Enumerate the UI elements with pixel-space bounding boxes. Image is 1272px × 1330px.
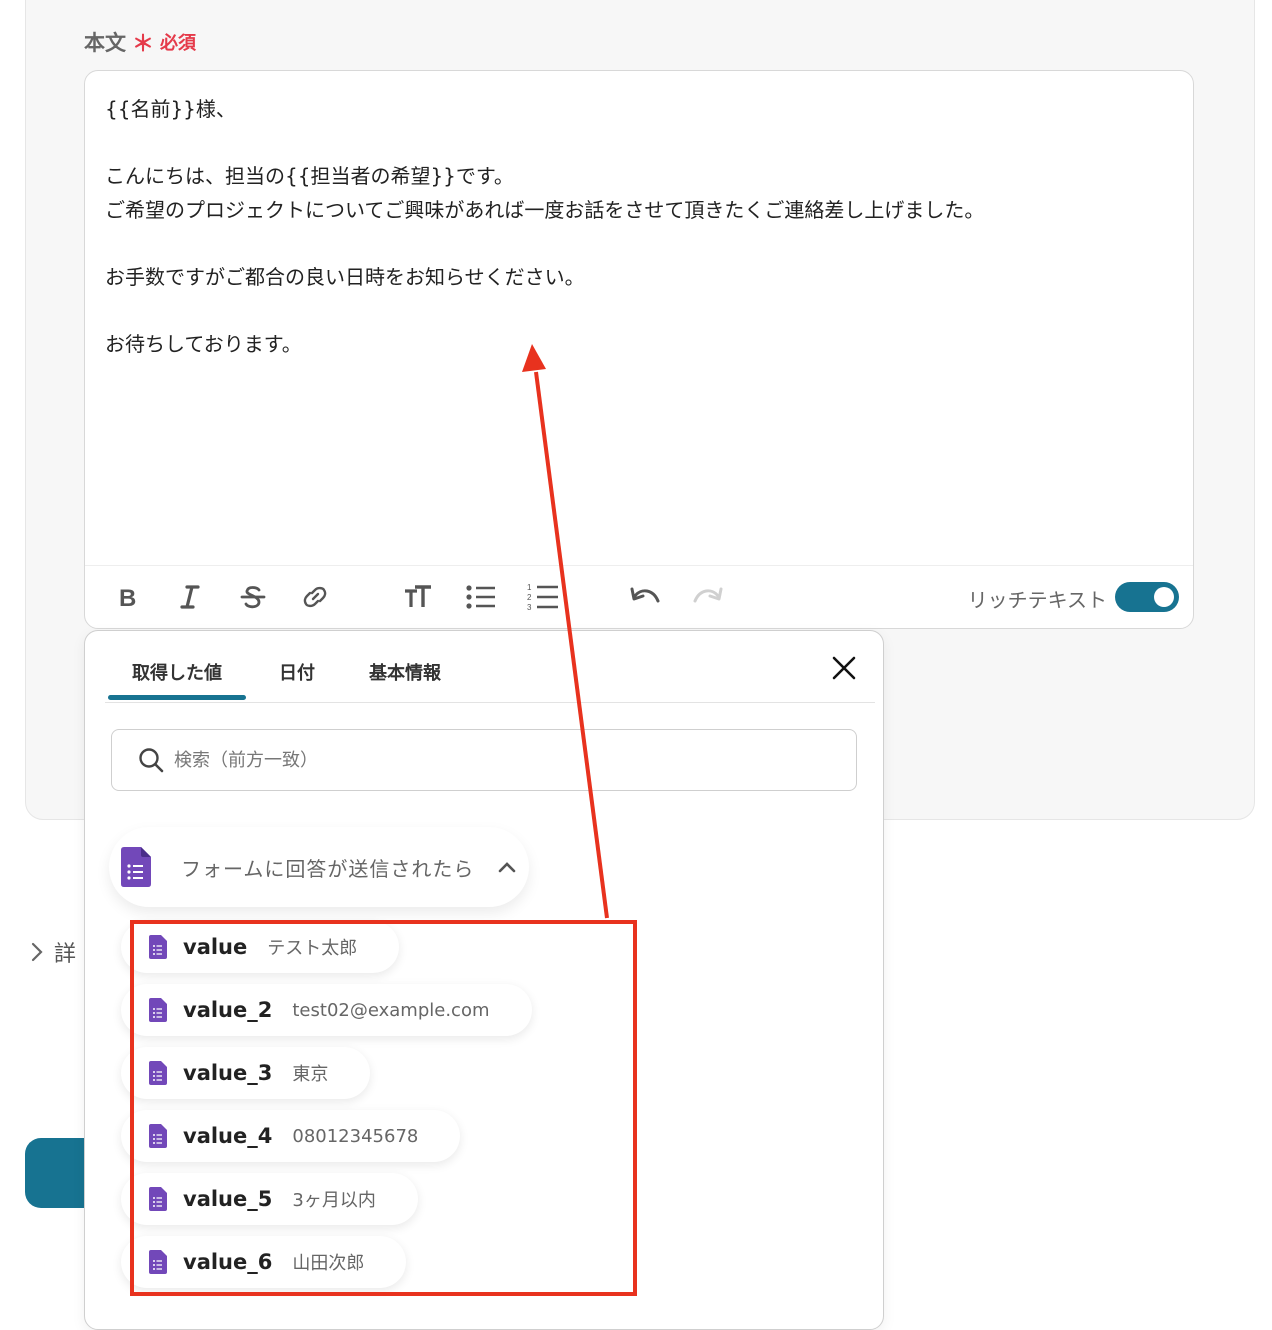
redo-button[interactable] <box>691 580 725 614</box>
chevron-right-icon <box>31 942 43 962</box>
item-key: value_4 <box>183 1124 273 1148</box>
editor-line: お待ちしております。 <box>105 331 302 356</box>
required-text: 必須 <box>160 33 197 54</box>
body-label-text: 本文 <box>84 31 126 55</box>
item-key: value_5 <box>183 1187 273 1211</box>
numbered-list-icon: 123 <box>527 583 558 612</box>
details-expander[interactable]: 詳 <box>28 936 76 968</box>
variable-picker-popup: 取得した値 日付 基本情報 フォームに回答が送信されたら value テスト太郎… <box>84 630 884 1330</box>
editor-toolbar: B 123 リッチテキスト <box>85 565 1193 630</box>
undo-icon <box>630 587 660 603</box>
svg-text:2: 2 <box>527 593 532 602</box>
search-field[interactable] <box>111 729 857 791</box>
editor-line: お手数ですがご都合の良い日時をお知らせください。 <box>105 264 585 289</box>
details-label: 詳 <box>54 942 77 967</box>
close-button[interactable] <box>829 653 859 683</box>
strikethrough-button[interactable] <box>236 580 270 614</box>
italic-button[interactable] <box>173 580 207 614</box>
item-value: テスト太郎 <box>267 938 358 959</box>
numbered-list-button[interactable]: 123 <box>526 580 560 614</box>
google-forms-icon <box>149 1124 167 1148</box>
bold-button[interactable]: B <box>111 580 145 614</box>
italic-icon <box>180 585 200 609</box>
editor-line: こんにちは、担当の{{担当者の希望}}です。 <box>105 164 514 188</box>
rich-text-toggle[interactable] <box>1115 582 1179 612</box>
strikethrough-icon <box>240 586 266 609</box>
close-icon <box>832 656 856 680</box>
bullet-list-button[interactable] <box>464 580 498 614</box>
heading-button[interactable] <box>401 580 435 614</box>
list-item[interactable]: value テスト太郎 <box>121 921 400 973</box>
undo-button[interactable] <box>628 580 662 614</box>
google-forms-icon <box>121 847 151 887</box>
item-value: test02@example.com <box>292 999 490 1021</box>
svg-text:1: 1 <box>527 583 532 592</box>
tab-acquired-values[interactable]: 取得した値 <box>108 659 246 700</box>
list-item[interactable]: value_4 08012345678 <box>121 1110 461 1162</box>
required-star: ＊ <box>132 32 155 57</box>
search-input[interactable] <box>172 748 816 772</box>
google-forms-icon <box>149 1187 167 1211</box>
text-size-icon <box>405 585 431 607</box>
item-key: value_2 <box>183 998 273 1022</box>
editor-content[interactable]: {{名前}}様、 こんにちは、担当の{{担当者の希望}}です。 ご希望のプロジェ… <box>105 93 1173 361</box>
google-forms-icon <box>149 998 167 1022</box>
link-icon <box>303 586 327 608</box>
list-item[interactable]: value_5 3ヶ月以内 <box>121 1173 418 1225</box>
redo-icon <box>693 587 723 603</box>
rich-text-label: リッチテキスト <box>967 588 1107 612</box>
item-value: 山田次郎 <box>292 1253 365 1274</box>
link-button[interactable] <box>298 580 332 614</box>
svg-text:B: B <box>119 585 136 610</box>
picker-tabs: 取得した値 日付 基本情報 <box>105 631 875 703</box>
editor-line: ご希望のプロジェクトについてご興味があれば一度お話をさせて頂きたくご連絡差し上げ… <box>105 197 985 222</box>
item-key: value <box>183 935 248 959</box>
item-value: 東京 <box>292 1064 329 1085</box>
section-title: フォームに回答が送信されたら <box>181 856 475 881</box>
google-forms-icon <box>149 935 167 959</box>
body-field-label: 本文 ＊ 必須 <box>84 26 196 58</box>
search-icon <box>139 748 164 773</box>
item-key: value_3 <box>183 1061 273 1085</box>
list-item[interactable]: value_3 東京 <box>121 1047 371 1099</box>
item-key: value_6 <box>183 1250 273 1274</box>
toggle-knob <box>1154 587 1174 607</box>
google-forms-icon <box>149 1250 167 1274</box>
chevron-up-icon <box>499 862 516 873</box>
tab-date[interactable]: 日付 <box>279 659 315 685</box>
google-forms-icon <box>149 1061 167 1085</box>
form-trigger-section-header[interactable]: フォームに回答が送信されたら <box>109 827 529 907</box>
tab-basic-info[interactable]: 基本情報 <box>369 659 441 685</box>
item-value: 08012345678 <box>292 1125 419 1147</box>
svg-text:3: 3 <box>527 603 532 612</box>
bullet-list-icon <box>466 585 495 609</box>
editor-line: {{名前}}様、 <box>105 97 236 121</box>
item-value: 3ヶ月以内 <box>292 1190 376 1211</box>
list-item[interactable]: value_2 test02@example.com <box>121 984 532 1036</box>
body-editor[interactable]: {{名前}}様、 こんにちは、担当の{{担当者の希望}}です。 ご希望のプロジェ… <box>84 70 1194 629</box>
bold-icon: B <box>119 585 136 610</box>
list-item[interactable]: value_6 山田次郎 <box>121 1236 407 1288</box>
